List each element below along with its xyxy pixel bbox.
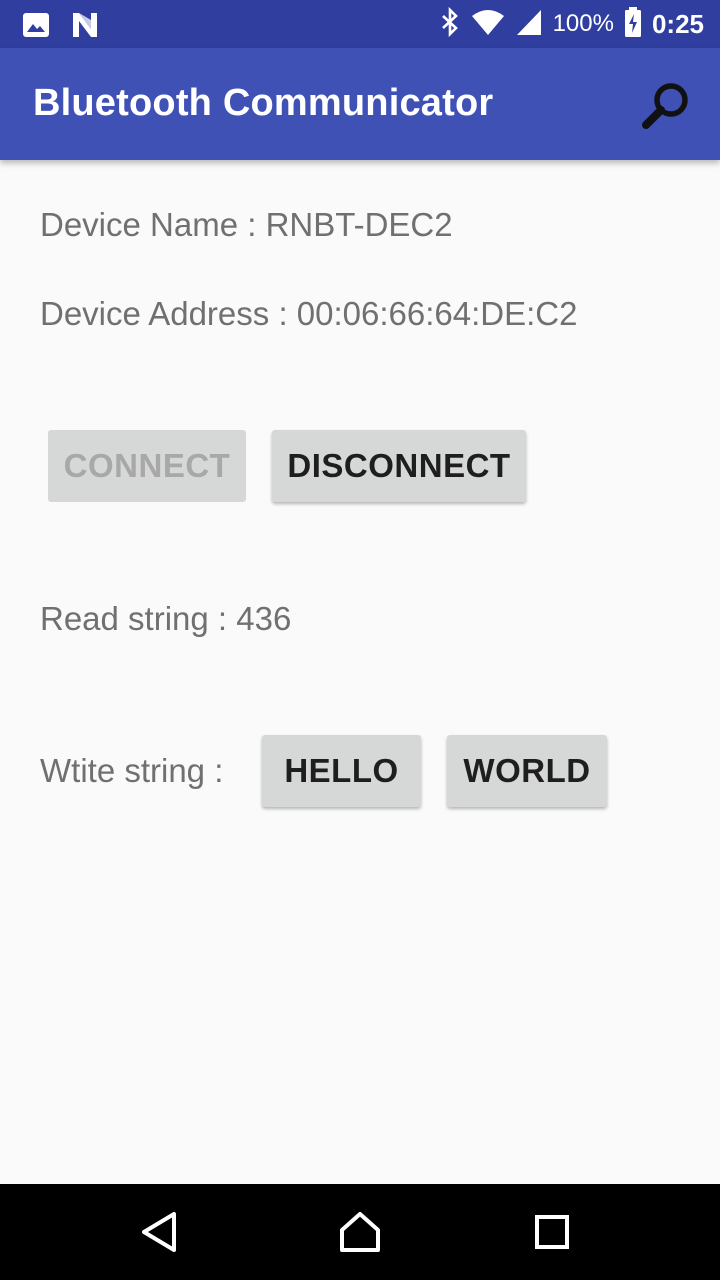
wifi-icon: [471, 8, 505, 41]
connect-button[interactable]: CONNECT: [48, 430, 246, 502]
back-button[interactable]: [134, 1206, 186, 1258]
navigation-bar: [0, 1184, 720, 1280]
battery-percent: 100%: [552, 10, 614, 37]
image-notification-icon: [22, 11, 50, 44]
home-button[interactable]: [334, 1206, 386, 1258]
recents-icon: [526, 1215, 578, 1262]
search-icon: [640, 83, 692, 136]
n-notification-icon: [70, 10, 100, 45]
hello-button[interactable]: HELLO: [262, 735, 421, 807]
battery-icon: [624, 6, 642, 42]
disconnect-button[interactable]: DISCONNECT: [272, 430, 526, 502]
back-icon: [134, 1212, 186, 1262]
recents-button[interactable]: [526, 1206, 578, 1258]
app-bar: Bluetooth Communicator: [0, 48, 720, 160]
bluetooth-icon: [439, 6, 461, 42]
read-string-text: Read string : 436: [40, 600, 292, 637]
device-name-text: Device Name : RNBT-DEC2: [40, 206, 453, 243]
world-button[interactable]: WORLD: [447, 735, 607, 807]
search-button[interactable]: [640, 80, 692, 132]
status-bar: 100% 0:25: [0, 0, 720, 48]
clock: 0:25: [651, 8, 704, 39]
device-address-text: Device Address : 00:06:66:64:DE:C2: [40, 295, 578, 332]
app-title: Bluetooth Communicator: [33, 82, 494, 124]
write-string-label: Wtite string :: [40, 752, 224, 789]
home-icon: [334, 1212, 386, 1262]
cell-signal-icon: [515, 8, 543, 41]
